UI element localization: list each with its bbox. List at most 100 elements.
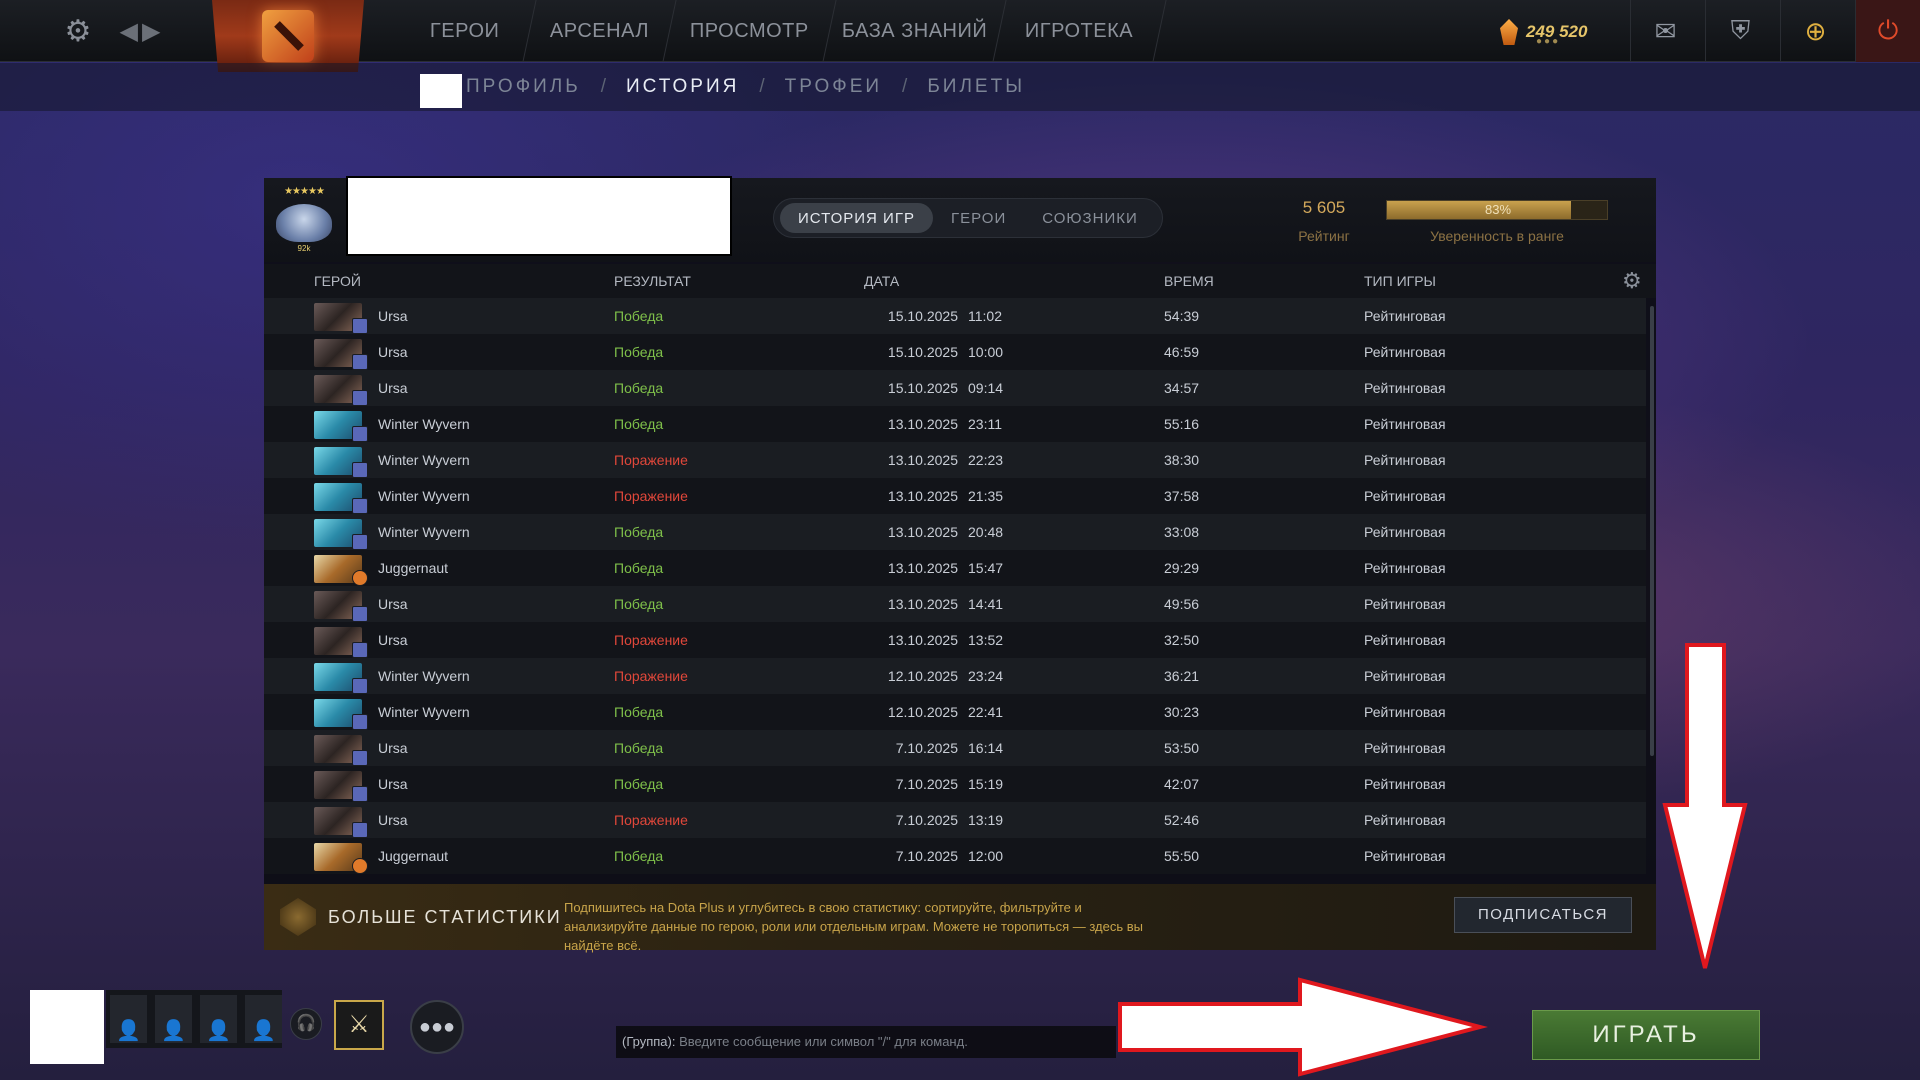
shard-currency[interactable]: 249 520 ●●● (1500, 10, 1587, 54)
hero-role-icon (352, 318, 368, 334)
match-duration: 55:50 (1164, 848, 1200, 864)
subnav-items: ПРОФИЛЬ / ИСТОРИЯ / ТРОФЕИ / БИЛЕТЫ (466, 63, 1025, 111)
match-time: 23:24 (968, 668, 1004, 684)
party-slot-empty[interactable]: 👤 (155, 995, 192, 1043)
match-date: 12.10.2025 (887, 704, 958, 720)
table-row[interactable]: Winter Wyvern Поражение 13.10.2025 22:23 38:… (264, 442, 1646, 478)
dota-logo-button[interactable] (212, 0, 364, 72)
col-date[interactable]: ДАТА (864, 264, 899, 298)
table-row[interactable]: Juggernaut Победа 13.10.2025 15:47 29:29 Рейт… (264, 550, 1646, 586)
nav-heroes-label: ГЕРОИ (429, 19, 500, 42)
battle-pass-icon[interactable]: ⚔ (334, 1000, 384, 1050)
rank-confidence-label: Уверенность в ранге (1430, 228, 1564, 244)
power-icon[interactable]: ⏻ (1855, 0, 1920, 62)
hero-name: Winter Wyvern (378, 488, 470, 504)
table-row[interactable]: Winter Wyvern Поражение 13.10.2025 21:35 37:… (264, 478, 1646, 514)
table-row[interactable]: Ursa Победа 15.10.2025 10:00 46:59 Рейтингова… (264, 334, 1646, 370)
party-leader-avatar[interactable] (30, 990, 104, 1064)
col-hero[interactable]: ГЕРОЙ (314, 264, 361, 298)
col-duration[interactable]: ВРЕМЯ (1164, 264, 1214, 298)
subscribe-button[interactable]: ПОДПИСАТЬСЯ (1454, 897, 1632, 933)
nav-knowledge-base-label: БАЗА ЗНАНИЙ (841, 19, 988, 42)
match-result: Победа (614, 560, 664, 576)
player-name (346, 176, 732, 256)
hero-role-icon (352, 678, 368, 694)
table-row[interactable]: Ursa Победа 7.10.2025 15:19 42:07 Рейтинговая (264, 766, 1646, 802)
subnav-history[interactable]: ИСТОРИЯ (626, 76, 739, 98)
table-row[interactable]: Winter Wyvern Победа 13.10.2025 23:11 55:16 Р… (264, 406, 1646, 442)
dota-plus-icon[interactable]: ⊕ (1780, 0, 1850, 62)
armory-icon[interactable]: ⛨ (1705, 0, 1775, 62)
avatar[interactable] (420, 74, 462, 108)
subnav-trophies[interactable]: ТРОФЕИ (785, 76, 882, 98)
subnav-profile[interactable]: ПРОФИЛЬ (466, 76, 581, 98)
rank-number: 92k (297, 244, 311, 253)
rank-badge[interactable]: ★★★★★ 92k (272, 186, 336, 254)
match-duration: 36:21 (1164, 668, 1200, 684)
match-result: Поражение (614, 668, 688, 684)
nav-arsenal[interactable]: АРСЕНАЛ (523, 0, 677, 62)
table-row[interactable]: Ursa Победа 13.10.2025 14:41 49:56 Рейтингова… (264, 586, 1646, 622)
nav-heroes[interactable]: ГЕРОИ (393, 0, 537, 62)
match-time: 22:41 (968, 704, 1004, 720)
table-row[interactable]: Winter Wyvern Поражение 12.10.2025 23:24 36:… (264, 658, 1646, 694)
arrow-left-icon[interactable]: ◀ (120, 17, 142, 46)
friends-icon[interactable]: ●●● (410, 1000, 464, 1054)
gear-icon[interactable]: ⚙ (56, 0, 100, 62)
match-time: 16:14 (968, 740, 1004, 756)
hero-name: Winter Wyvern (378, 524, 470, 540)
party-slot-empty[interactable]: 👤 (200, 995, 237, 1043)
col-game-mode[interactable]: ТИП ИГРЫ (1364, 264, 1436, 298)
match-result: Победа (614, 308, 664, 324)
tab-allies[interactable]: СОЮЗНИКИ (1024, 203, 1156, 233)
table-row[interactable]: Ursa Победа 15.10.2025 09:14 34:57 Рейтингова… (264, 370, 1646, 406)
match-date: 12.10.2025 (887, 668, 958, 684)
tab-heroes[interactable]: ГЕРОИ (933, 203, 1024, 233)
rank-confidence-bar: 83% (1386, 200, 1608, 220)
nav-watch[interactable]: ПРОСМОТР (663, 0, 837, 62)
nav-knowledge-base[interactable]: БАЗА ЗНАНИЙ (823, 0, 1007, 62)
match-date: 15.10.2025 (887, 308, 958, 324)
match-duration: 55:16 (1164, 416, 1200, 432)
match-duration: 52:46 (1164, 812, 1200, 828)
scrollbar[interactable] (1650, 306, 1654, 756)
dota-plus-title: БОЛЬШЕ СТАТИСТИКИ (328, 907, 562, 927)
match-date: 13.10.2025 (887, 524, 958, 540)
match-result: Победа (614, 596, 664, 612)
hero-role-icon (352, 606, 368, 622)
gear-icon[interactable]: ⚙ (1622, 268, 1642, 294)
table-row[interactable]: Ursa Поражение 13.10.2025 13:52 32:50 Рейтинг… (264, 622, 1646, 658)
col-result[interactable]: РЕЗУЛЬТАТ (614, 264, 691, 298)
hero-role-icon (352, 534, 368, 550)
table-row[interactable]: Ursa Поражение 7.10.2025 13:19 52:46 Рейтинго… (264, 802, 1646, 838)
match-duration: 42:07 (1164, 776, 1200, 792)
game-mode: Рейтинговая (1364, 344, 1446, 360)
arrow-right-icon[interactable]: ▶ (142, 17, 164, 46)
table-row[interactable]: Winter Wyvern Победа 12.10.2025 22:41 30:23 Р… (264, 694, 1646, 730)
table-row[interactable]: Ursa Победа 7.10.2025 16:14 53:50 Рейтинговая (264, 730, 1646, 766)
subnav-tickets[interactable]: БИЛЕТЫ (927, 76, 1025, 98)
match-date: 13.10.2025 (887, 560, 958, 576)
tab-match-history[interactable]: ИСТОРИЯ ИГР (780, 203, 933, 233)
table-row[interactable]: Winter Wyvern Победа 13.10.2025 20:48 33:08 Р… (264, 514, 1646, 550)
match-list: Ursa Победа 15.10.2025 11:02 54:39 Рейтингова… (264, 298, 1656, 882)
party-slot-empty[interactable]: 👤 (110, 995, 147, 1043)
chat-input[interactable]: (Группа): Введите сообщение или символ "… (616, 1026, 1116, 1058)
match-time: 23:11 (968, 416, 1002, 432)
subnav-separator: / (902, 76, 908, 97)
hero-role-icon (352, 714, 368, 730)
hero-role-icon (352, 750, 368, 766)
table-row[interactable]: Juggernaut Победа 7.10.2025 12:00 55:50 Рейти… (264, 838, 1646, 874)
party-slot-empty[interactable]: 👤 (245, 995, 282, 1043)
nav-arcade[interactable]: ИГРОТЕКА (993, 0, 1167, 62)
nav-arcade-label: ИГРОТЕКА (1025, 19, 1134, 42)
match-result: Поражение (614, 488, 688, 504)
main-nav: ГЕРОИ АРСЕНАЛ ПРОСМОТР БАЗА ЗНАНИЙ ИГРОТ… (393, 0, 1167, 62)
hero-role-icon (352, 390, 368, 406)
envelope-icon[interactable]: ✉ (1630, 0, 1700, 62)
game-mode: Рейтинговая (1364, 452, 1446, 468)
match-time: 12:00 (968, 848, 1004, 864)
headset-icon[interactable]: 🎧 (290, 1008, 322, 1040)
play-button[interactable]: ИГРАТЬ (1532, 1010, 1760, 1060)
table-row[interactable]: Ursa Победа 15.10.2025 11:02 54:39 Рейтингова… (264, 298, 1646, 334)
